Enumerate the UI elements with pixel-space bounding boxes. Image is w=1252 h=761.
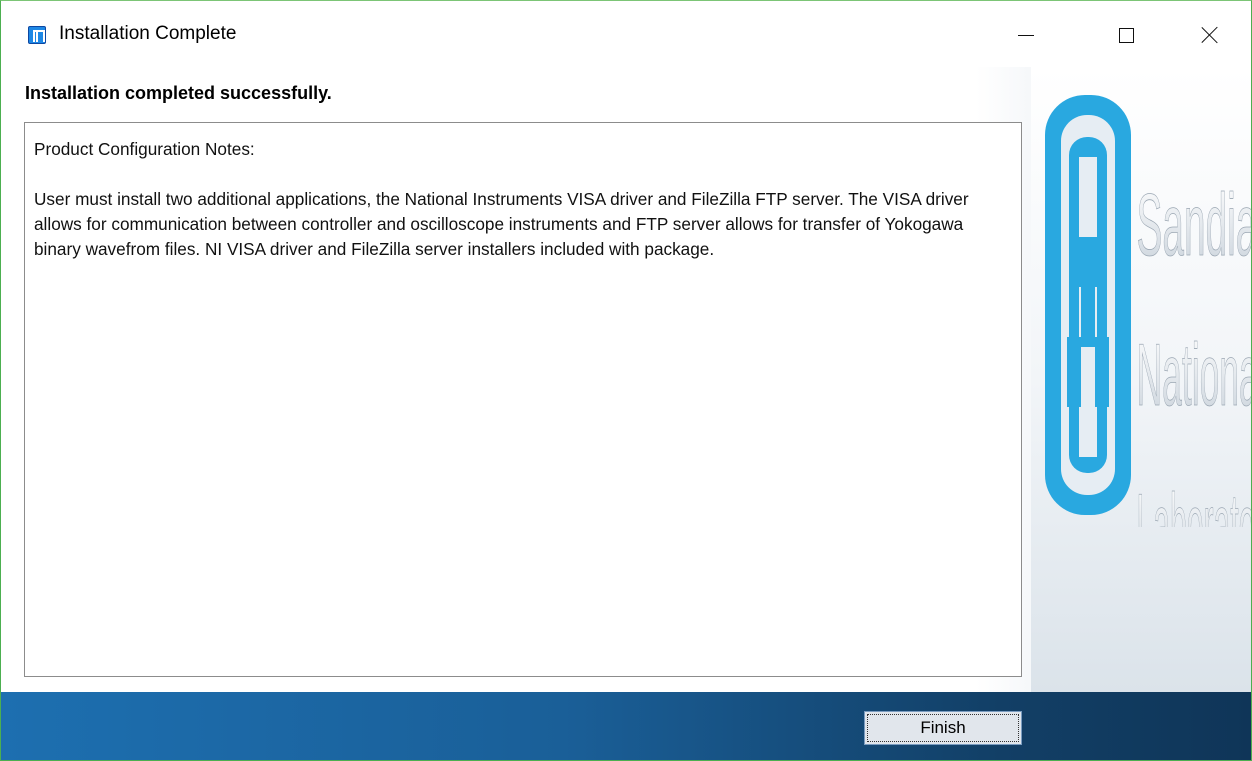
sandia-app-icon xyxy=(28,26,46,44)
logo-text-laboratories: Laboratories xyxy=(1136,476,1252,527)
completion-heading: Installation completed successfully. xyxy=(25,83,332,103)
notes-body: User must install two additional applica… xyxy=(34,189,969,259)
close-icon xyxy=(1201,26,1219,44)
close-button[interactable] xyxy=(1188,13,1232,57)
minimize-button[interactable] xyxy=(1004,13,1048,57)
title-bar[interactable]: Installation Complete xyxy=(1,1,1251,67)
finish-button[interactable]: Finish xyxy=(864,711,1022,745)
footer-bar: Finish xyxy=(1,692,1251,760)
thunderbird-emblem xyxy=(1045,95,1131,515)
installer-window: Installation Complete Installation compl… xyxy=(0,0,1252,761)
logo-text-national: National xyxy=(1136,326,1252,425)
logo-text-sandia: Sandia xyxy=(1136,176,1252,275)
notes-title: Product Configuration Notes: xyxy=(34,139,255,159)
window-title: Installation Complete xyxy=(59,23,237,44)
configuration-notes-textbox[interactable]: Product Configuration Notes: User must i… xyxy=(24,122,1022,677)
maximize-icon xyxy=(1118,27,1134,43)
sandia-logo: Sandia National Laboratories xyxy=(1045,95,1252,527)
maximize-button[interactable] xyxy=(1104,13,1148,57)
minimize-icon xyxy=(1018,34,1034,36)
content-area: Installation completed successfully. Pro… xyxy=(1,67,1251,692)
